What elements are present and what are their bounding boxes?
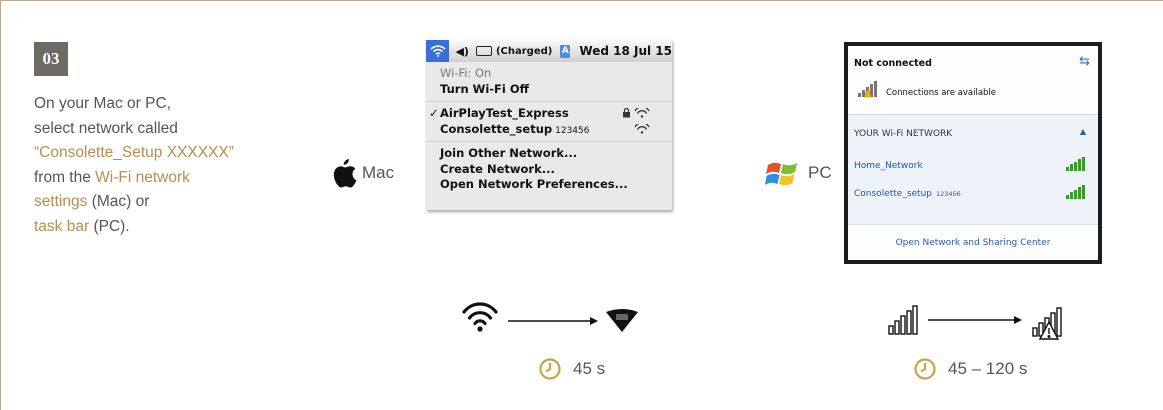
consolette-speaker-icon [606, 309, 638, 332]
wifi-signal-icon [622, 121, 652, 139]
instr-from-text: from the [34, 168, 96, 186]
signal-bars-icon [1066, 157, 1085, 171]
mac-wifi-menubar-icon[interactable] [426, 40, 450, 62]
collapse-caret-icon[interactable]: ▲ [1080, 127, 1086, 136]
mac-timer: 45 s [539, 358, 605, 380]
open-network-sharing-center-link[interactable]: Open Network and Sharing Center [848, 224, 1098, 261]
clock-icon [539, 358, 561, 380]
instr-line-1: On your Mac or PC, [34, 95, 171, 112]
mac-menu-bar: ◀) (Charged) A Wed 18 Jul 15 [426, 40, 672, 62]
network-name: Consolette_setup [440, 121, 553, 136]
network-item-consolette[interactable]: Consolette_setup 123456 [426, 122, 672, 138]
windows-network-popup-screenshot: Not connected ⇆ Connections are availabl… [844, 42, 1102, 264]
instructions-text: On your Mac or PC, select network called… [34, 92, 334, 239]
instr-line-6: task bar (PC). [34, 215, 334, 240]
signal-bars-icon [888, 305, 918, 335]
windows-logo-icon [765, 162, 797, 186]
join-other-network-item[interactable]: Join Other Network... [426, 146, 672, 162]
clock-icon [914, 358, 936, 380]
create-network-item[interactable]: Create Network... [426, 162, 672, 178]
battery-status: (Charged) [475, 45, 553, 57]
menu-divider [426, 101, 672, 102]
instr-line-2: select network called [34, 119, 178, 137]
arrow-right-icon [928, 316, 1022, 324]
network-suffix: 123456 [555, 125, 590, 136]
signal-bars-icon [1066, 185, 1085, 199]
battery-text: (Charged) [495, 45, 553, 57]
battery-icon [475, 46, 492, 56]
network-name: Home_Network [854, 161, 923, 171]
apple-logo-icon [333, 159, 357, 188]
pc-timer-text: 45 – 120 s [948, 359, 1028, 378]
task-bar-link[interactable]: task bar [34, 218, 89, 235]
pc-connection-flow [888, 305, 1062, 340]
connection-status: Not connected [854, 58, 932, 69]
instr-line-4: from the Wi-Fi network [34, 166, 334, 191]
mac-wifi-menu-screenshot: ◀) (Charged) A Wed 18 Jul 15 Wi-Fi: On T… [426, 40, 672, 210]
wifi-section-header: YOUR Wi-Fi NETWORK [854, 129, 953, 139]
network-item-airplay[interactable]: ✓ AirPlayTest_Express [426, 106, 672, 122]
wifi-network-list: YOUR Wi-Fi NETWORK ▲ Home_Network Consol… [848, 114, 1098, 225]
wifi-icon [462, 302, 498, 332]
signal-warning-icon [1032, 307, 1062, 340]
network-name-highlight: “Consolette_Setup XXXXXX” [34, 144, 234, 161]
wifi-status-item: Wi-Fi: On [440, 66, 492, 80]
network-item-consolette[interactable]: Consolette_setup 123456 [854, 189, 961, 199]
turn-wifi-off-item[interactable]: Turn Wi-Fi Off [426, 82, 672, 98]
wifi-settings-link-a[interactable]: Wi-Fi network [95, 169, 190, 186]
signal-warning-icon [858, 81, 877, 98]
menubar-datetime: Wed 18 Jul 15 [579, 44, 672, 58]
connections-available-text: Connections are available [886, 88, 997, 98]
step-number-badge: 03 [34, 42, 68, 76]
volume-icon: ◀) [455, 44, 469, 58]
mac-connection-flow [462, 302, 638, 332]
arrow-right-icon [508, 317, 598, 325]
pc-label: PC [808, 163, 832, 182]
input-source-icon: A [560, 44, 571, 58]
network-name: AirPlayTest_Express [440, 106, 569, 120]
open-network-preferences-item[interactable]: Open Network Preferences... [426, 177, 672, 193]
pc-timer: 45 – 120 s [914, 358, 1027, 380]
menu-divider [426, 141, 672, 142]
wifi-settings-link-b[interactable]: settings [34, 193, 87, 210]
instr-line-5: settings (Mac) or [34, 190, 334, 215]
checkmark-icon: ✓ [429, 106, 439, 120]
mac-label: Mac [362, 163, 395, 182]
lock-and-signal-icons [622, 106, 652, 123]
connections-available-row: Connections are available [858, 80, 996, 98]
instr-mac-suffix: (Mac) or [87, 193, 150, 210]
network-name: Consolette_setup [854, 189, 932, 199]
mac-wifi-dropdown: Wi-Fi: On Turn Wi-Fi Off ✓ AirPlayTest_E… [426, 62, 672, 193]
refresh-icon[interactable]: ⇆ [1079, 54, 1090, 69]
instr-pc-suffix: (PC). [89, 217, 130, 235]
network-item-home[interactable]: Home_Network [854, 161, 923, 171]
mac-timer-text: 45 s [573, 359, 606, 378]
network-suffix: 123456 [936, 190, 961, 198]
